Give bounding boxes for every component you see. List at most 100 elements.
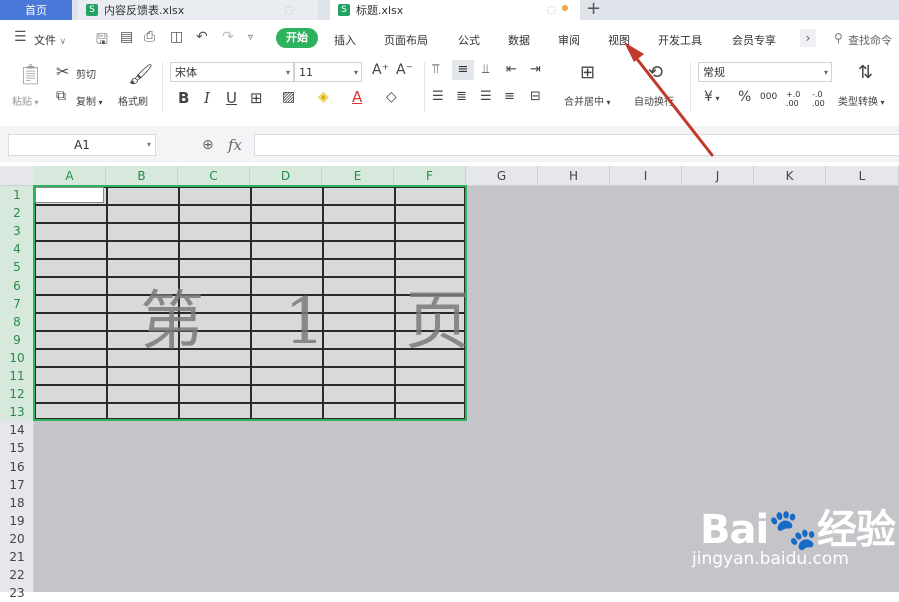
percent-button[interactable]: % xyxy=(738,89,751,105)
copy-button[interactable]: 复制 ▾ xyxy=(76,93,103,108)
column-header-g[interactable]: G xyxy=(466,166,538,186)
row-header-4[interactable]: 4 xyxy=(0,240,34,259)
column-header-e[interactable]: E xyxy=(322,166,394,186)
fill-color-icon[interactable]: ◈ xyxy=(318,89,329,105)
tab-insert[interactable]: 插入 xyxy=(334,32,356,48)
align-top-icon[interactable]: ⫪ xyxy=(432,62,439,77)
copy-icon[interactable]: ⧉ xyxy=(56,88,66,104)
print-preview-icon[interactable]: ◫ xyxy=(170,29,183,45)
format-painter-icon[interactable]: 🖌︎ xyxy=(128,62,153,86)
export-pdf-icon[interactable]: ▤ xyxy=(120,29,133,45)
tab-member[interactable]: 会员专享 xyxy=(732,32,776,48)
row-header-21[interactable]: 21 xyxy=(0,548,34,566)
align-bottom-icon[interactable]: ⫫ xyxy=(482,62,489,77)
wrap-text-icon[interactable]: ⟲ xyxy=(648,62,663,83)
tab-home[interactable]: 首页 xyxy=(0,0,72,20)
font-color-button[interactable]: A xyxy=(352,88,362,106)
decrease-decimal-button[interactable]: -.0 .00 xyxy=(812,90,832,108)
name-box[interactable]: A1 ▾ xyxy=(8,134,156,156)
hamburger-menu-icon[interactable]: ☰ xyxy=(14,29,27,45)
row-header-16[interactable]: 16 xyxy=(0,458,34,476)
row-header-8[interactable]: 8 xyxy=(0,312,34,331)
merge-center-icon[interactable]: ⊞ xyxy=(580,62,595,83)
column-header-c[interactable]: C xyxy=(178,166,250,186)
decrease-indent-icon[interactable]: ⇤ xyxy=(506,62,517,77)
save-icon[interactable]: 🖫 xyxy=(96,29,108,53)
row-header-6[interactable]: 6 xyxy=(0,276,34,295)
align-center-icon[interactable]: ≣ xyxy=(456,89,467,104)
tab-developer[interactable]: 开发工具 xyxy=(658,32,702,48)
row-header-7[interactable]: 7 xyxy=(0,294,34,313)
cut-icon[interactable]: ✂ xyxy=(56,62,69,81)
quick-access-dropdown-icon[interactable]: ▿ xyxy=(248,32,253,43)
font-grow-button[interactable]: A⁺ xyxy=(372,62,389,78)
row-header-11[interactable]: 11 xyxy=(0,367,34,385)
print-icon[interactable]: ⎙ xyxy=(144,29,155,45)
more-tabs-button[interactable]: › xyxy=(800,29,816,47)
formula-input[interactable] xyxy=(254,134,899,156)
column-header-d[interactable]: D xyxy=(250,166,322,186)
bold-button[interactable]: B xyxy=(178,89,189,107)
italic-button[interactable]: I xyxy=(204,89,210,107)
row-header-12[interactable]: 12 xyxy=(0,385,34,404)
row-header-17[interactable]: 17 xyxy=(0,476,34,494)
pin-icon[interactable]: ◌ xyxy=(284,3,294,16)
column-header-i[interactable]: I xyxy=(610,166,682,186)
increase-decimal-button[interactable]: +.0 .00 xyxy=(786,90,806,108)
align-right-icon[interactable]: ☰ xyxy=(480,89,492,104)
paste-button[interactable]: 粘贴 ▾ xyxy=(12,93,39,108)
column-header-b[interactable]: B xyxy=(106,166,178,186)
underline-button[interactable]: U xyxy=(226,89,237,107)
row-header-5[interactable]: 5 xyxy=(0,258,34,277)
row-header-3[interactable]: 3 xyxy=(0,222,34,241)
type-convert-button[interactable]: 类型转换 ▾ xyxy=(838,93,885,108)
row-header-23[interactable]: 23 xyxy=(0,584,34,602)
align-middle-icon[interactable]: ≡ xyxy=(452,60,474,80)
column-header-l[interactable]: L xyxy=(826,166,899,186)
row-header-9[interactable]: 9 xyxy=(0,330,34,349)
column-header-a[interactable]: A xyxy=(34,166,106,186)
align-left-icon[interactable]: ☰ xyxy=(432,89,444,104)
type-convert-icon[interactable]: ⇅ xyxy=(858,62,873,83)
tab-review[interactable]: 审阅 xyxy=(558,32,580,48)
add-tab-button[interactable]: + xyxy=(586,0,601,19)
merge-center-button[interactable]: 合并居中 ▾ xyxy=(564,93,611,108)
column-header-h[interactable]: H xyxy=(538,166,610,186)
column-header-f[interactable]: F xyxy=(394,166,466,186)
font-size-select[interactable]: 11 ▾ xyxy=(294,62,362,82)
distributed-icon[interactable]: ⊟ xyxy=(530,89,541,104)
search-icon[interactable]: ⚲ xyxy=(834,31,843,45)
tab-page-layout[interactable]: 页面布局 xyxy=(384,32,428,48)
row-header-1[interactable]: 1 xyxy=(0,186,34,204)
borders-icon[interactable]: ⊞ xyxy=(250,89,263,107)
clear-format-icon[interactable]: ◇ xyxy=(386,89,397,105)
increase-indent-icon[interactable]: ⇥ xyxy=(530,62,541,77)
command-search-input[interactable]: 查找命令 xyxy=(848,32,892,48)
tab-view[interactable]: 视图 xyxy=(608,32,630,48)
row-header-22[interactable]: 22 xyxy=(0,566,34,584)
zoom-icon[interactable]: ⊕ xyxy=(202,137,214,153)
format-painter-button[interactable]: 格式刷 xyxy=(118,93,148,108)
undo-icon[interactable]: ↶ xyxy=(196,29,208,45)
redo-icon[interactable]: ↷ xyxy=(222,29,234,45)
column-header-j[interactable]: J xyxy=(682,166,754,186)
pin-icon[interactable]: ◌ xyxy=(546,3,556,16)
tab-data[interactable]: 数据 xyxy=(508,32,530,48)
row-header-14[interactable]: 14 xyxy=(0,421,34,439)
font-name-select[interactable]: 宋体 ▾ xyxy=(170,62,294,82)
column-header-k[interactable]: K xyxy=(754,166,826,186)
row-header-18[interactable]: 18 xyxy=(0,494,34,512)
thousands-separator-button[interactable]: 000 xyxy=(760,92,777,102)
tab-formulas[interactable]: 公式 xyxy=(458,32,480,48)
row-header-15[interactable]: 15 xyxy=(0,439,34,457)
font-shrink-button[interactable]: A⁻ xyxy=(396,62,413,78)
wrap-text-button[interactable]: 自动换行 xyxy=(634,93,674,108)
insert-function-button[interactable]: fx xyxy=(228,136,242,154)
row-header-13[interactable]: 13 xyxy=(0,403,34,422)
paste-icon[interactable]: 📋︎ xyxy=(18,62,43,86)
currency-button[interactable]: ¥ ▾ xyxy=(704,89,719,105)
file-menu[interactable]: 文件 ∨ xyxy=(34,32,66,48)
row-header-10[interactable]: 10 xyxy=(0,348,34,367)
justify-icon[interactable]: ≡ xyxy=(504,89,515,104)
cut-button[interactable]: 剪切 xyxy=(76,66,96,81)
